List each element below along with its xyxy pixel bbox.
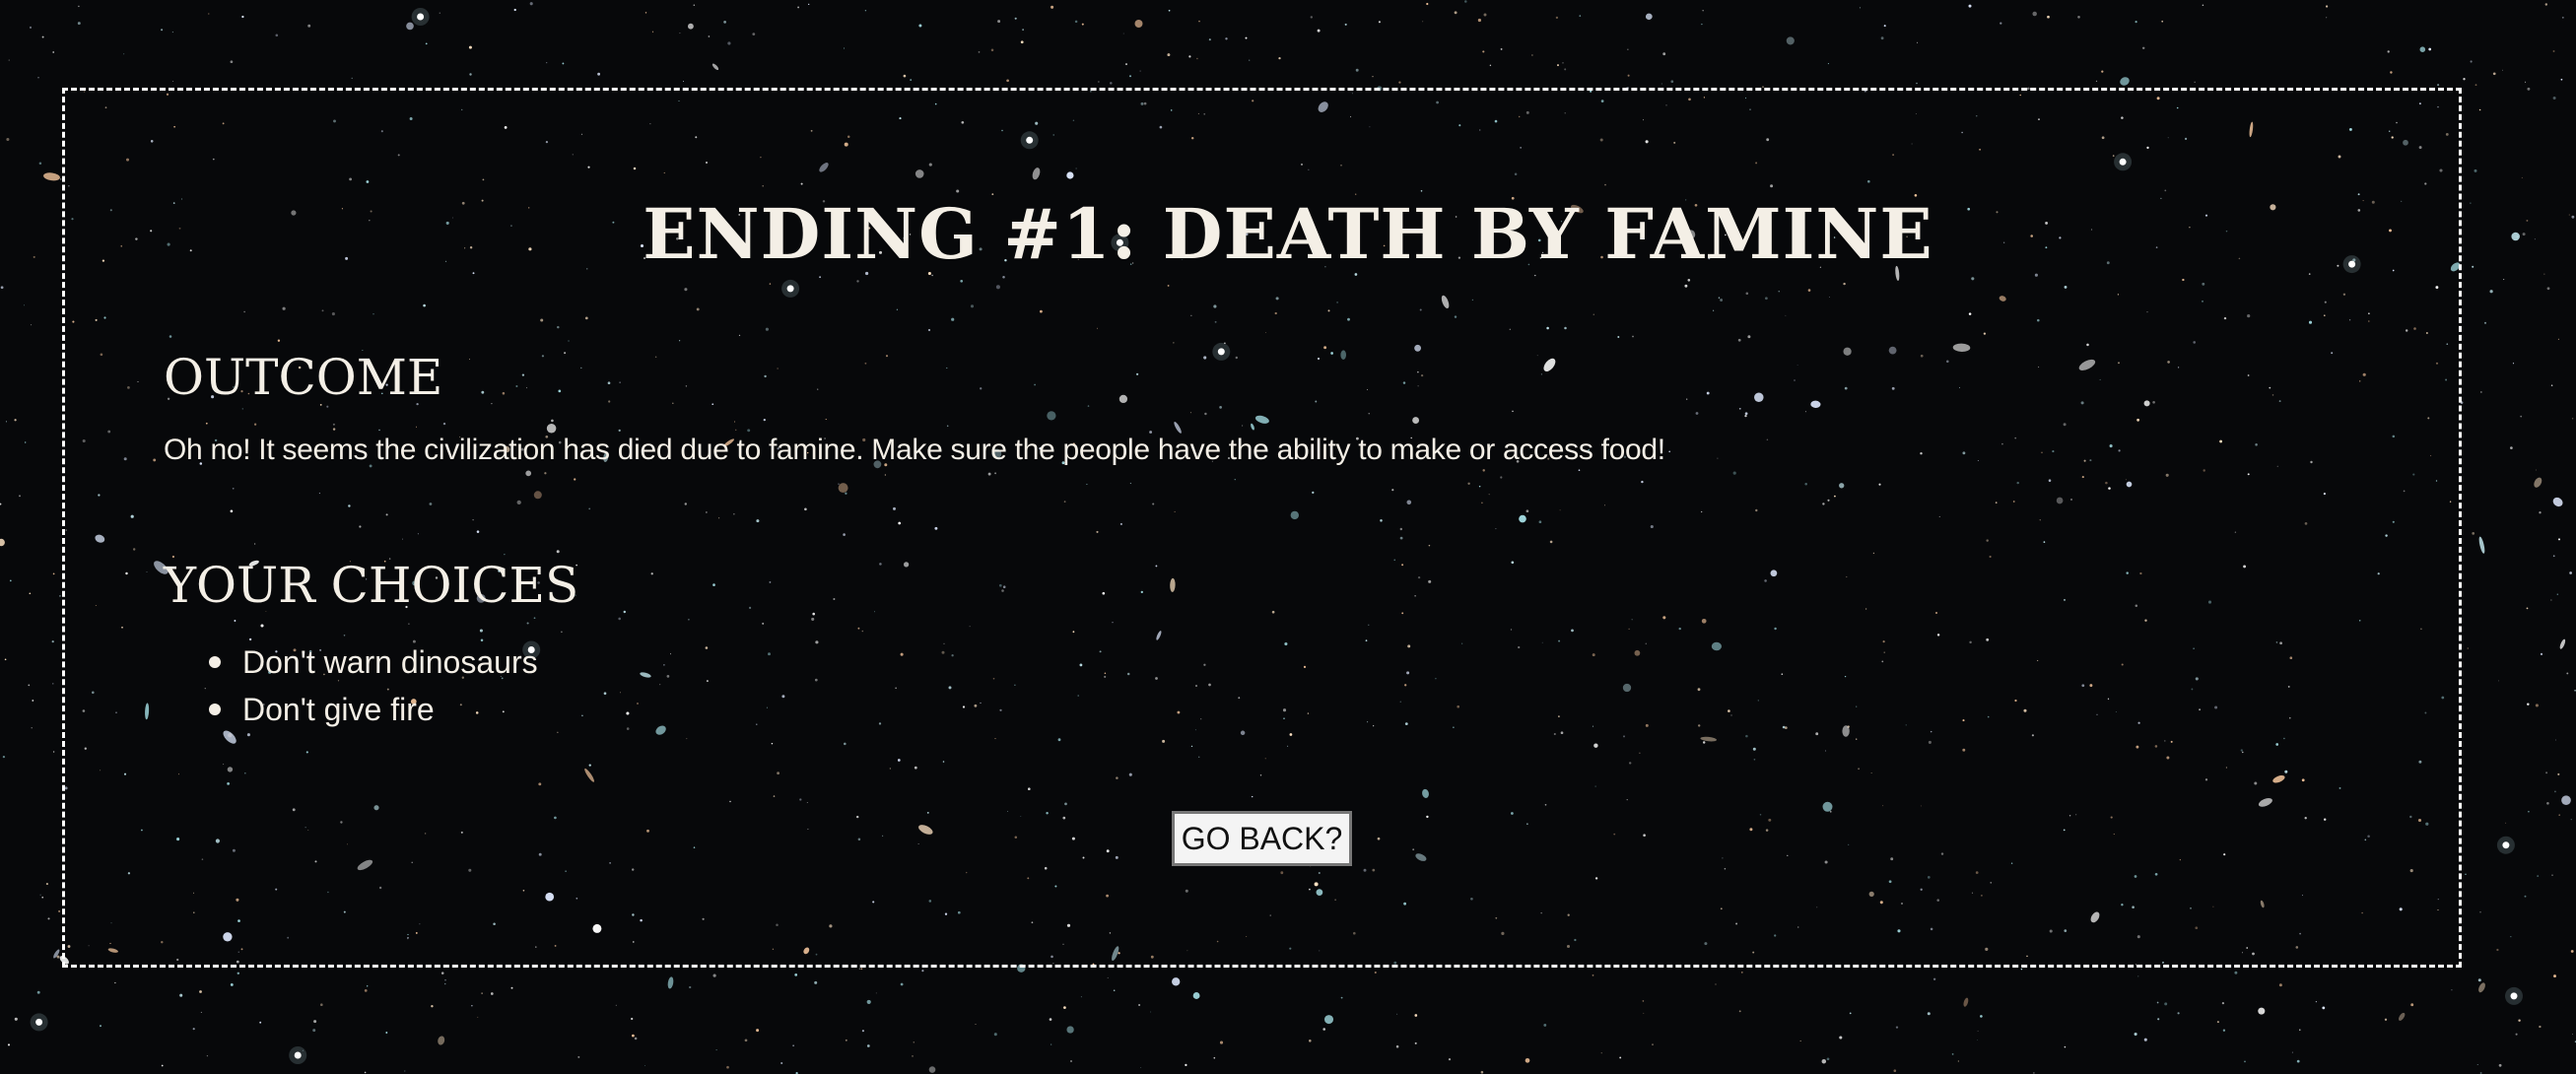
choices-list: Don't warn dinosaurs Don't give fire [164,638,538,733]
choices-heading: YOUR CHOICES [164,557,579,614]
choice-label: Don't give fire [242,692,435,727]
list-item: Don't give fire [164,686,538,733]
page-title: ENDING #1: DEATH BY FAMINE [643,193,1933,275]
go-back-button[interactable]: GO BACK? [1172,811,1352,866]
list-item: Don't warn dinosaurs [164,638,538,686]
outcome-heading: OUTCOME [164,349,443,406]
bullet-icon [209,656,221,668]
bullet-icon [209,704,221,715]
choice-label: Don't warn dinosaurs [242,644,538,680]
outcome-text: Oh no! It seems the civilization has die… [164,434,1665,466]
